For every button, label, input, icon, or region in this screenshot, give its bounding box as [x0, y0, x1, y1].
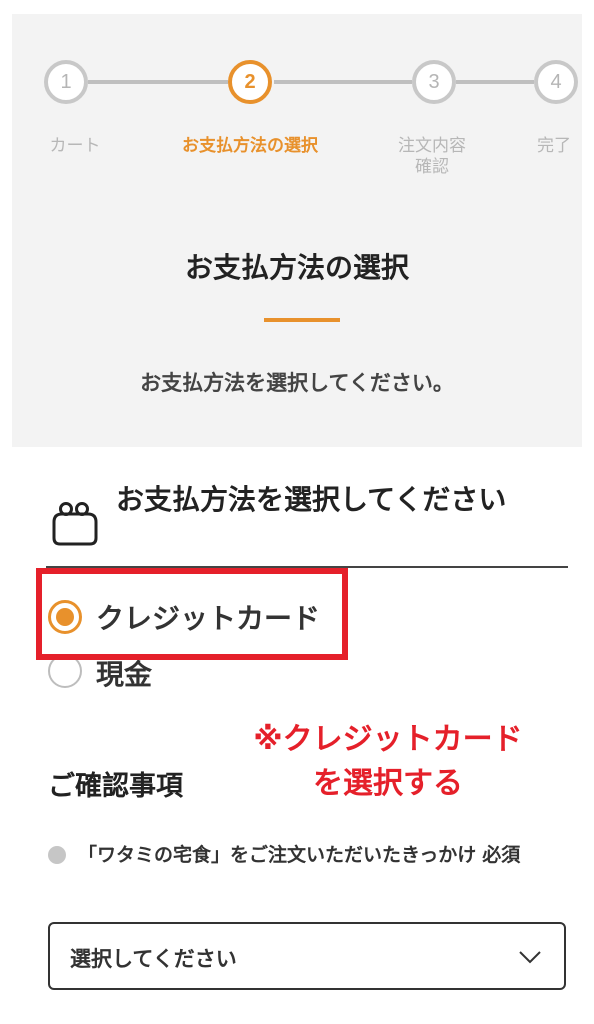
stepper-connector — [456, 80, 534, 84]
step-4-label: 完了 — [537, 136, 571, 156]
annotation-text: ※クレジットカード を選択する — [238, 718, 538, 805]
stepper-connector — [274, 80, 412, 84]
stepper-connector — [88, 80, 228, 84]
step-4-circle: 4 — [534, 60, 578, 104]
referral-question: 「ワタミの宅食」をご注文いただいたきっかけ 必須 — [48, 840, 568, 870]
step-1-label: カート — [49, 136, 101, 156]
wallet-icon — [52, 502, 98, 546]
referral-select-value: 選択してください — [70, 947, 237, 971]
annotation-line-1: ※クレジットカード — [253, 722, 523, 757]
chevron-down-icon — [519, 951, 541, 964]
step-3-label: 注文内容 確認 — [398, 136, 466, 178]
referral-select[interactable]: 選択してください — [48, 922, 566, 990]
page-title: お支払方法の選択 — [184, 251, 409, 284]
step-3-circle: 3 — [412, 60, 456, 104]
step-2-circle: 2 — [228, 60, 272, 104]
page-subtitle: お支払方法を選択してください。 — [140, 371, 454, 395]
step-1-circle: 1 — [44, 60, 88, 104]
highlight-annotation-box — [36, 568, 348, 660]
title-underline — [264, 318, 340, 322]
referral-question-text: 「ワタミの宅食」をご注文いただいたきっかけ — [78, 844, 477, 866]
required-badge: 必須 — [482, 844, 521, 866]
step-2-label: お支払方法の選択 — [182, 136, 318, 156]
confirmation-heading: ご確認事項 — [48, 771, 183, 802]
payment-method-heading: お支払方法を選択してください — [116, 483, 507, 516]
annotation-line-2: を選択する — [313, 765, 463, 801]
